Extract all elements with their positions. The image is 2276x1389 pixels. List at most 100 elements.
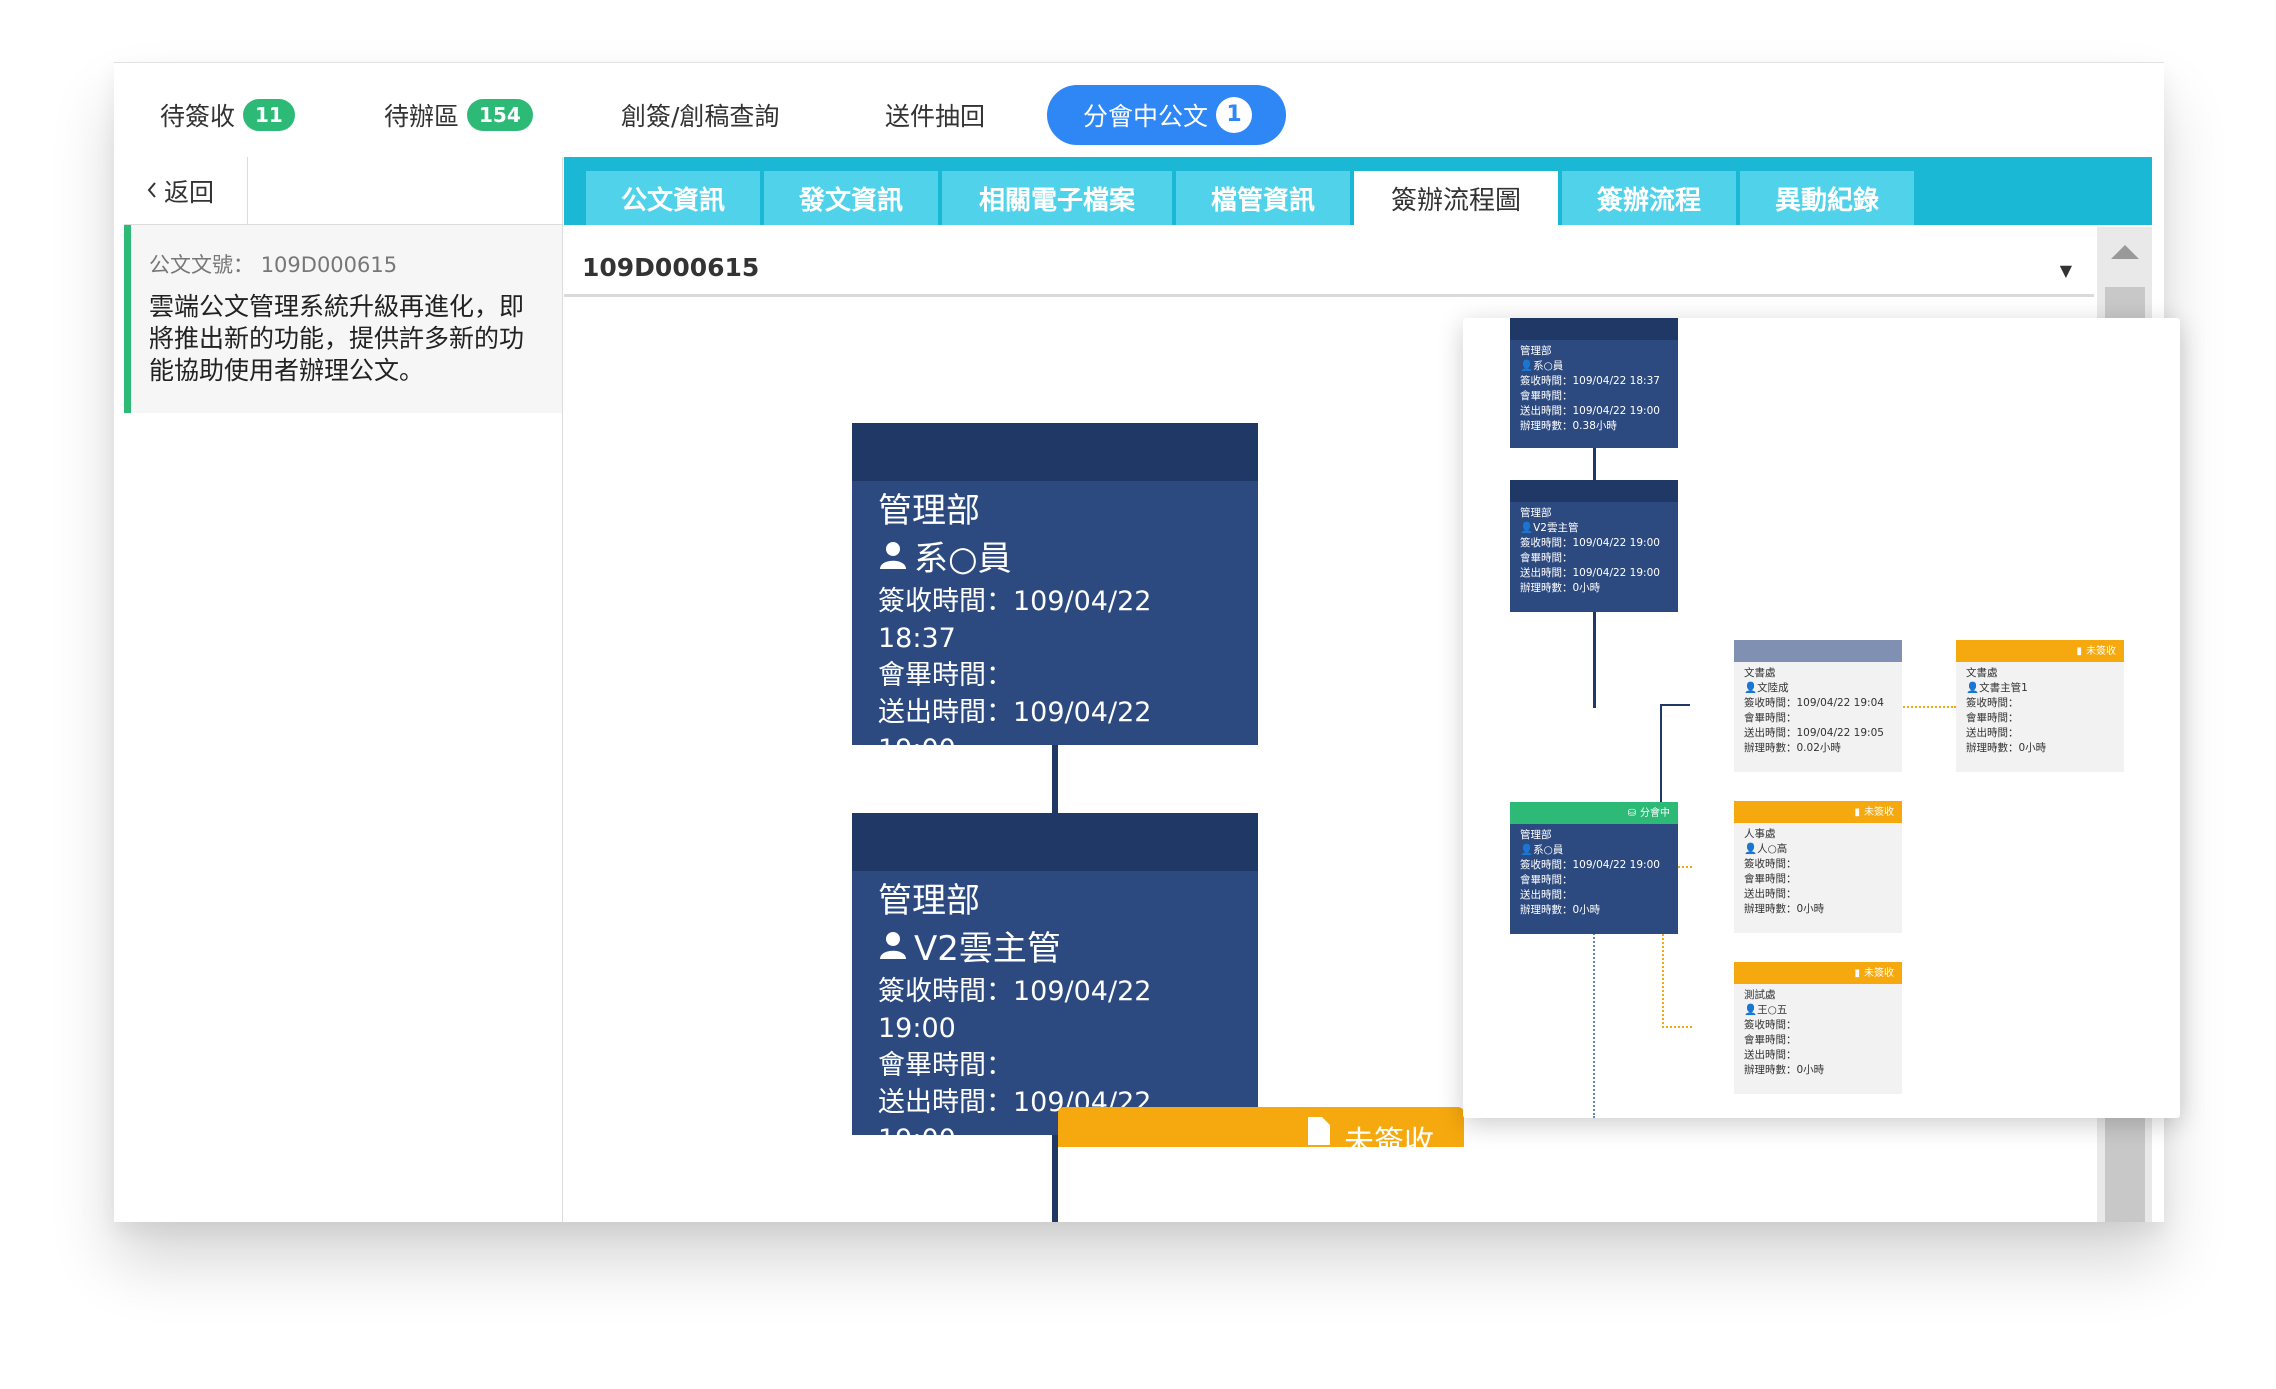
minimap-status: 未簽收 <box>1864 806 1894 818</box>
minimap-status: 未簽收 <box>2086 645 2116 657</box>
minimap-dotted-connector <box>1662 1026 1692 1028</box>
tab-pending-signing[interactable]: 待簽收 11 <box>160 85 295 145</box>
flow-connector <box>1052 1135 1058 1222</box>
minimap-node[interactable]: ▮ 未簽收 人事處 👤人○高 簽收時間： 會畢時間： 送出時間： 辦理時數：0小… <box>1734 801 1902 933</box>
user-icon: 👤 <box>1520 522 1534 534</box>
tab-label: 送件抽回 <box>885 102 986 131</box>
minimap-line: 會畢時間： <box>1744 1034 1797 1046</box>
minimap-node[interactable]: 管理部 👤系○員 簽收時間：109/04/22 18:37 會畢時間： 送出時間… <box>1510 318 1678 448</box>
minimap-user-name: 系○員 <box>1533 360 1564 372</box>
node-user-name: V2雲主管 <box>914 929 1061 969</box>
minimap-line: 簽收時間：109/04/22 19:04 <box>1744 697 1884 709</box>
pending-flow-node[interactable]: 未簽收 <box>1058 1107 1464 1160</box>
minimap-node-dept: 人事處 <box>1744 828 1776 840</box>
tab-draft-query[interactable]: 創簽/創稿查詢 <box>621 85 779 145</box>
minimap-line: 會畢時間： <box>1520 874 1573 886</box>
minimap-line: 辦理時數：0小時 <box>1966 742 2047 754</box>
node-meeting-time: 會畢時間： <box>878 660 1013 691</box>
node-user: V2雲主管 <box>878 925 1232 973</box>
minimap-node[interactable]: ▮ 未簽收 測試處 👤王○五 簽收時間： 會畢時間： 送出時間： 辦理時數：0小… <box>1734 962 1902 1094</box>
tab-archive-info[interactable]: 檔管資訊 <box>1176 171 1350 225</box>
tab-label: 待簽收 <box>160 102 236 131</box>
tab-electronic-files[interactable]: 相關電子檔案 <box>942 171 1172 225</box>
back-button[interactable]: 返回 <box>124 157 248 224</box>
count-badge: 1 <box>1216 97 1253 133</box>
minimap-node-user: 👤系○員 <box>1520 843 1668 858</box>
tab-branch-documents[interactable]: 分會中公文 1 <box>1047 85 1287 145</box>
tab-flow-process[interactable]: 簽辦流程 <box>1562 171 1736 225</box>
minimap-node[interactable]: 管理部 👤V2雲主管 簽收時間：109/04/22 19:00 會畢時間： 送出… <box>1510 480 1678 612</box>
minimap-line: 會畢時間： <box>1744 712 1797 724</box>
scroll-up-arrow-icon[interactable] <box>2111 245 2139 259</box>
node-dept: 管理部 <box>878 881 980 921</box>
minimap-node-header: ▮ 未簽收 <box>1734 801 1902 823</box>
minimap-node-user: 👤文書主管1 <box>1966 681 2114 696</box>
minimap-node-user: 👤文陸成 <box>1744 681 1892 696</box>
minimap-node-header <box>1510 318 1678 340</box>
tab-change-log[interactable]: 異動紀錄 <box>1740 171 1914 225</box>
minimap-node[interactable]: 文書處 👤文陸成 簽收時間：109/04/22 19:04 會畢時間： 送出時間… <box>1734 640 1902 772</box>
tab-todo[interactable]: 待辦區 154 <box>384 85 533 145</box>
file-icon: ▮ <box>2076 645 2082 657</box>
flow-connector <box>1052 745 1058 813</box>
minimap-line: 送出時間： <box>1744 1049 1797 1061</box>
count-badge: 154 <box>467 99 533 131</box>
caret-down-icon: ▼ <box>2059 261 2072 280</box>
node-user: 系○員 <box>878 535 1232 583</box>
file-icon: ▮ <box>1854 967 1860 979</box>
document-select[interactable]: 109D000615 ▼ <box>564 241 2094 297</box>
minimap-line: 送出時間： <box>1520 889 1573 901</box>
minimap-node-user: 👤V2雲主管 <box>1520 521 1668 536</box>
minimap-node-dept: 文書處 <box>1966 667 1998 679</box>
minimap-node-user: 👤系○員 <box>1520 359 1668 374</box>
minimap-dotted-connector <box>1900 706 1956 708</box>
tab-label: 待辦區 <box>384 102 460 131</box>
user-icon: 👤 <box>1744 682 1758 694</box>
doc-number-row: 公文文號： 109D000615 <box>149 249 540 279</box>
minimap-node-user: 👤王○五 <box>1744 1003 1892 1018</box>
minimap-user-name: 人○高 <box>1757 843 1788 855</box>
count-badge: 11 <box>243 99 295 131</box>
minimap-node-dept: 測試處 <box>1744 989 1776 1001</box>
tab-label: 創簽/創稿查詢 <box>621 102 780 131</box>
minimap-connector <box>1593 448 1596 484</box>
minimap-connector <box>1593 610 1596 708</box>
minimap-user-name: 文書主管1 <box>1979 682 2028 694</box>
flow-node[interactable]: 管理部 V2雲主管 簽收時間：109/04/22 19:00 會畢時間： 送出時… <box>852 813 1258 1192</box>
tab-recall[interactable]: 送件抽回 <box>885 85 985 145</box>
flow-minimap[interactable]: 管理部 👤系○員 簽收時間：109/04/22 18:37 會畢時間： 送出時間… <box>1463 318 2180 1118</box>
minimap-node-header: ⛁ 分會中 <box>1510 802 1678 824</box>
flow-node[interactable]: 管理部 系○員 簽收時間：109/04/22 18:37 會畢時間： 送出時間：… <box>852 423 1258 802</box>
user-icon: 👤 <box>1744 843 1758 855</box>
tab-flow-chart[interactable]: 簽辦流程圖 <box>1354 171 1558 225</box>
minimap-node[interactable]: ▮ 未簽收 文書處 👤文書主管1 簽收時間： 會畢時間： 送出時間： 辦理時數：… <box>1956 640 2124 772</box>
minimap-node-dept: 管理部 <box>1520 507 1552 519</box>
back-bar: 返回 <box>124 157 562 225</box>
minimap-node-user: 👤人○高 <box>1744 842 1892 857</box>
doc-number: 109D000615 <box>260 253 398 277</box>
minimap-node[interactable]: ⛁ 分會中 管理部 👤系○員 簽收時間：109/04/22 19:00 會畢時間… <box>1510 802 1678 934</box>
minimap-line: 辦理時數：0小時 <box>1520 582 1601 594</box>
pending-label: 未簽收 <box>1344 1125 1434 1160</box>
file-icon: ▮ <box>1854 806 1860 818</box>
minimap-connector <box>1660 704 1690 706</box>
minimap-line: 簽收時間： <box>1966 697 2019 709</box>
minimap-line: 辦理時數：0小時 <box>1744 1064 1825 1076</box>
user-icon: 👤 <box>1966 682 1980 694</box>
tab-dispatch-info[interactable]: 發文資訊 <box>764 171 938 225</box>
minimap-line: 會畢時間： <box>1744 873 1797 885</box>
node-meeting-time: 會畢時間： <box>878 1050 1013 1081</box>
top-tab-bar: 待簽收 11 待辦區 154 創簽/創稿查詢 送件抽回 分會中公文 1 <box>114 63 2164 155</box>
minimap-line: 簽收時間：109/04/22 19:00 <box>1520 859 1660 871</box>
user-icon <box>878 925 908 973</box>
user-icon: 👤 <box>1520 844 1534 856</box>
minimap-user-name: 文陸成 <box>1757 682 1789 694</box>
minimap-line: 辦理時數：0.02小時 <box>1744 742 1841 754</box>
minimap-line: 送出時間： <box>1966 727 2019 739</box>
node-dept: 管理部 <box>878 491 980 531</box>
document-card[interactable]: 公文文號： 109D000615 雲端公文管理系統升級再進化，即將推出新的功能，… <box>124 225 562 413</box>
sitemap-icon: ⛁ <box>1627 807 1636 819</box>
tab-document-info[interactable]: 公文資訊 <box>586 171 760 225</box>
minimap-line: 辦理時數：0小時 <box>1520 904 1601 916</box>
minimap-user-name: 系○員 <box>1533 844 1564 856</box>
